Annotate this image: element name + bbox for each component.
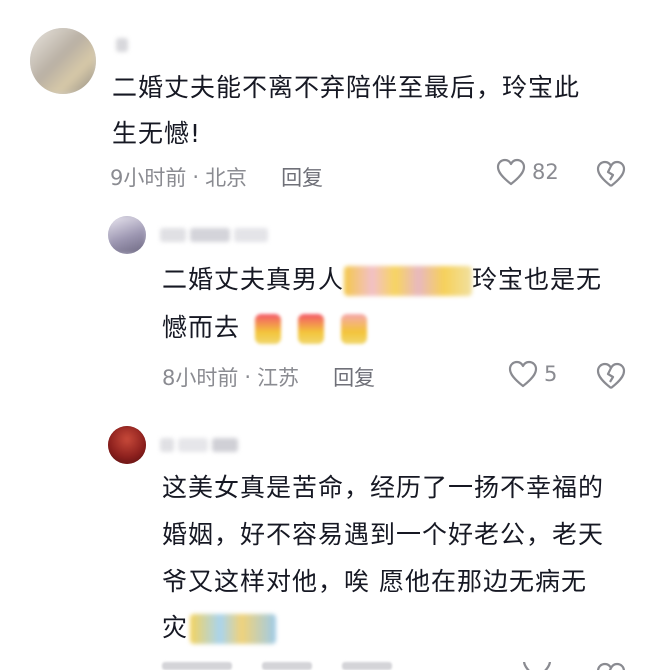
dislike-button[interactable] (596, 160, 626, 192)
party-emoji-icon (340, 314, 367, 344)
location: 北京 (205, 166, 248, 190)
comment-text-line-2: 憾而去 (162, 302, 367, 354)
username-blurred[interactable] (116, 38, 128, 52)
comment-text-line-3: 爷又这样对他，唉 愿他在那边无病无 (162, 567, 587, 596)
avatar[interactable] (108, 216, 146, 254)
party-emoji-icon (254, 314, 281, 344)
comment-text-line-1: 这美女真是苦命，经历了一扬不幸福的 (162, 473, 605, 502)
comment-text-line-4-text: 灾 (162, 613, 189, 642)
timestamp: 8小时前 (162, 366, 239, 390)
comment-text-line-4: 灾 (162, 602, 277, 654)
avatar[interactable] (108, 426, 146, 464)
reply-button[interactable]: 回复 (333, 362, 375, 392)
heart-outline-icon (496, 158, 526, 186)
emoji-blurred (344, 266, 473, 296)
like-button[interactable] (522, 662, 552, 670)
separator-dot: · (244, 365, 252, 389)
comment-text-end: 玲宝也是无 (472, 265, 603, 294)
comment-text-line-2-text: 憾而去 (162, 313, 241, 342)
dislike-button[interactable] (596, 362, 626, 394)
reply-button[interactable]: 回复 (281, 162, 323, 192)
like-button[interactable]: 5 (508, 360, 557, 388)
comment-text-line-1: 二婚丈夫真男人 玲宝也是无 (162, 254, 602, 306)
timestamp: 9小时前 (110, 166, 187, 190)
comment-text-start: 二婚丈夫真男人 (162, 265, 345, 294)
comment-meta: 8小时前 · 江苏 回复 (162, 362, 375, 392)
heart-outline-icon (508, 360, 538, 388)
emoji-blurred (190, 614, 277, 644)
dislike-button[interactable] (596, 662, 626, 670)
username-blurred[interactable] (160, 438, 238, 452)
comment-3: 这美女真是苦命，经历了一扬不幸福的 婚姻，好不容易遇到一个好老公，老天 爷又这样… (0, 410, 660, 670)
broken-heart-icon (596, 662, 626, 670)
heart-outline-icon (522, 662, 552, 670)
comment-2: 二婚丈夫真男人 玲宝也是无 憾而去 8小时前 · 江苏 回复 5 (0, 200, 660, 410)
like-button[interactable]: 82 (496, 158, 559, 186)
comment-meta-partial (162, 662, 392, 670)
comment-text-line-1: 二婚丈夫能不离不弃陪伴至最后，玲宝此 (112, 73, 581, 102)
avatar[interactable] (30, 28, 96, 94)
party-emoji-icon (297, 314, 324, 344)
comment-text-line-2: 婚姻，好不容易遇到一个好老公，老天 (162, 520, 605, 549)
comment-1: 二婚丈夫能不离不弃陪伴至最后，玲宝此 生无憾! 9小时前 · 北京 回复 82 (0, 0, 660, 200)
username-blurred[interactable] (160, 228, 268, 242)
broken-heart-icon (596, 362, 626, 389)
separator-dot: · (192, 165, 200, 189)
like-count: 82 (532, 160, 559, 184)
comment-meta: 9小时前 · 北京 回复 (110, 162, 323, 192)
like-count: 5 (544, 362, 558, 386)
comment-text-line-2: 生无憾! (112, 119, 202, 148)
location: 江苏 (257, 366, 300, 390)
broken-heart-icon (596, 160, 626, 187)
